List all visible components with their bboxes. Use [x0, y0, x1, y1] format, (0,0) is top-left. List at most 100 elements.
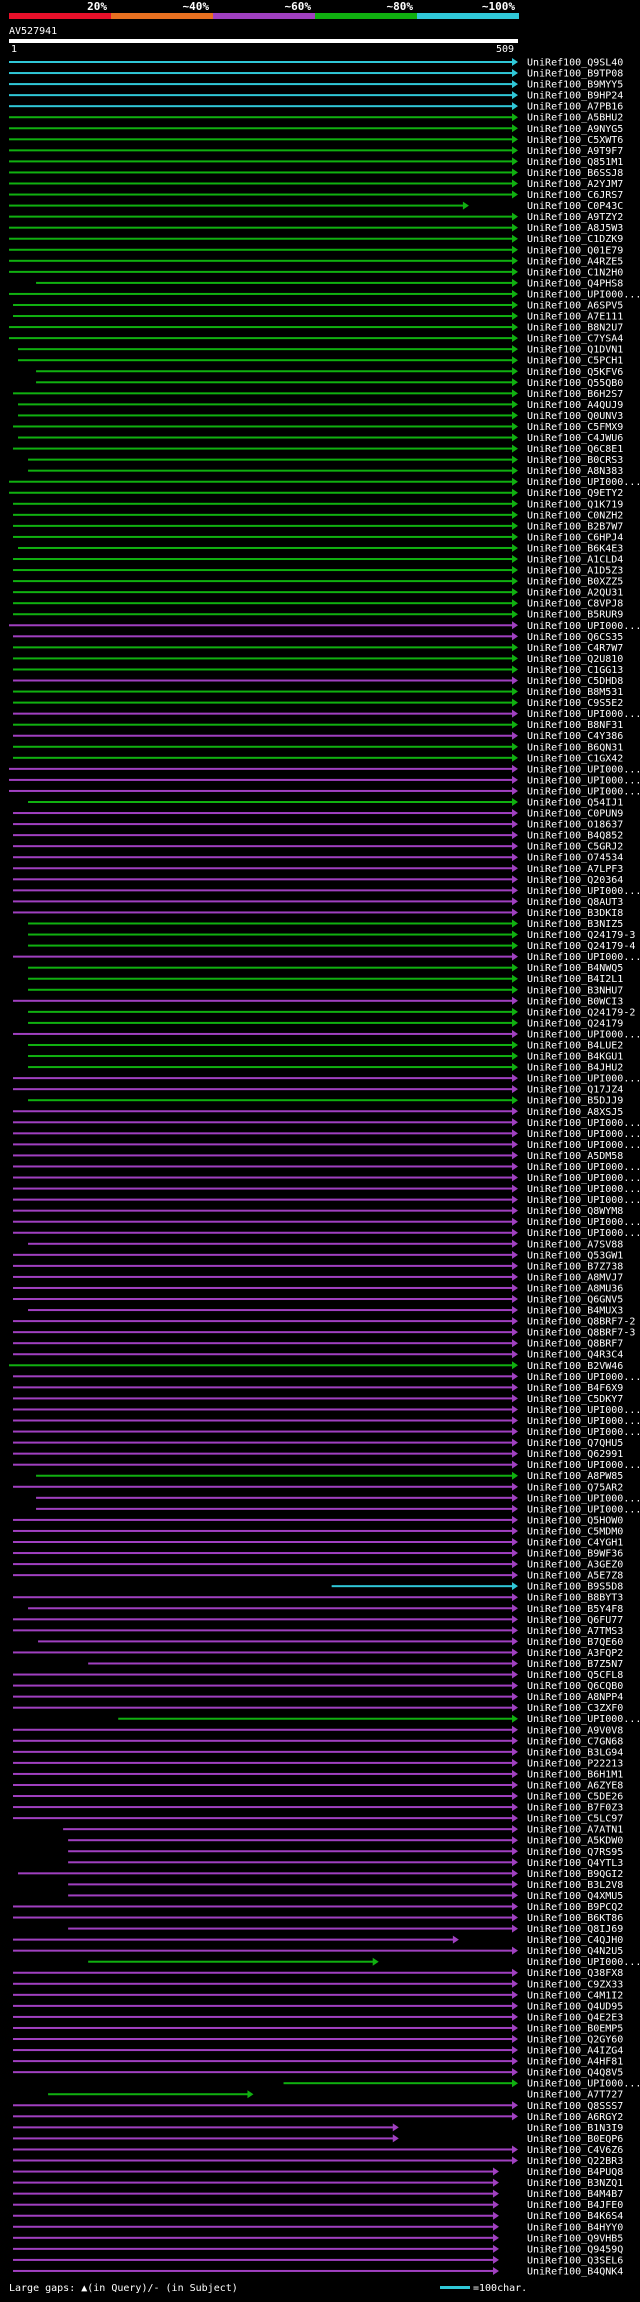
hit-label[interactable]: UniRef100_A5KDW0	[527, 1836, 623, 1847]
hit-label[interactable]: UniRef100_C4R7W7	[527, 643, 623, 654]
hit-label[interactable]: UniRef100_B2B7W7	[527, 521, 623, 532]
hit-label[interactable]: UniRef100_A7TMS3	[527, 1626, 623, 1637]
hit-label[interactable]: UniRef100_A5DM58	[527, 1151, 623, 1162]
hit-label[interactable]: UniRef100_A8PW85	[527, 1471, 623, 1482]
hit-label[interactable]: UniRef100_B4Q852	[527, 831, 623, 842]
hit-label[interactable]: UniRef100_C6JRS7	[527, 190, 623, 201]
hit-label[interactable]: UniRef100_Q6C8E1	[527, 444, 623, 455]
hit-label[interactable]: UniRef100_Q75AR2	[527, 1482, 623, 1493]
hit-label[interactable]: UniRef100_O74534	[527, 853, 623, 864]
hit-label[interactable]: UniRef100_B4F6X9	[527, 1383, 623, 1394]
hit-label[interactable]: UniRef100_B4KGU1	[527, 1052, 623, 1063]
hit-label[interactable]: UniRef100_UPI000...	[527, 764, 640, 775]
hit-label[interactable]: UniRef100_C3ZXF0	[527, 1703, 623, 1714]
hit-label[interactable]: UniRef100_UPI000...	[527, 775, 640, 786]
hit-label[interactable]: UniRef100_UPI000...	[527, 952, 640, 963]
hit-label[interactable]: UniRef100_Q6FU77	[527, 1615, 623, 1626]
hit-label[interactable]: UniRef100_A7ATN1	[527, 1825, 623, 1836]
hit-label[interactable]: UniRef100_A4HF81	[527, 2057, 623, 2068]
hit-label[interactable]: UniRef100_B9S5D8	[527, 1582, 623, 1593]
hit-label[interactable]: UniRef100_C1GG13	[527, 665, 623, 676]
hit-label[interactable]: UniRef100_B4I2L1	[527, 974, 623, 985]
hit-label[interactable]: UniRef100_C8VPJ8	[527, 599, 623, 610]
hit-label[interactable]: UniRef100_C4V6Z6	[527, 2145, 623, 2156]
hit-label[interactable]: UniRef100_A9TZY2	[527, 212, 623, 223]
hit-label[interactable]: UniRef100_Q0UNV3	[527, 411, 623, 422]
hit-label[interactable]: UniRef100_B4NWQ5	[527, 963, 623, 974]
hit-label[interactable]: UniRef100_UPI000...	[527, 621, 640, 632]
hit-label[interactable]: UniRef100_Q22BR3	[527, 2156, 623, 2167]
hit-label[interactable]: UniRef100_C5XWT6	[527, 135, 623, 146]
hit-label[interactable]: UniRef100_B4M4B7	[527, 2189, 623, 2200]
hit-label[interactable]: UniRef100_B8BYT3	[527, 1593, 623, 1604]
hit-label[interactable]: UniRef100_B6H1M1	[527, 1769, 623, 1780]
hit-label[interactable]: UniRef100_B9PCQ2	[527, 1902, 623, 1913]
hit-label[interactable]: UniRef100_Q4XMU5	[527, 1891, 623, 1902]
hit-label[interactable]: UniRef100_B9WF36	[527, 1549, 623, 1560]
hit-label[interactable]: UniRef100_Q24179-4	[527, 941, 635, 952]
hit-label[interactable]: UniRef100_B4K6S4	[527, 2211, 623, 2222]
hit-label[interactable]: UniRef100_C4YGH1	[527, 1538, 623, 1549]
hit-label[interactable]: UniRef100_B8N2U7	[527, 323, 623, 334]
hit-label[interactable]: UniRef100_B3NIZ5	[527, 919, 623, 930]
hit-label[interactable]: UniRef100_A7PB16	[527, 102, 623, 113]
hit-label[interactable]: UniRef100_C1DZK9	[527, 234, 623, 245]
hit-label[interactable]: UniRef100_C0P43C	[527, 201, 623, 212]
hit-label[interactable]: UniRef100_A7LPF3	[527, 864, 623, 875]
hit-label[interactable]: UniRef100_B7Z738	[527, 1261, 623, 1272]
hit-label[interactable]: UniRef100_C5MDM0	[527, 1526, 623, 1537]
hit-label[interactable]: UniRef100_A4IZG4	[527, 2046, 623, 2057]
hit-label[interactable]: UniRef100_C4JWU6	[527, 433, 623, 444]
hit-label[interactable]: UniRef100_B4JFE0	[527, 2200, 623, 2211]
hit-label[interactable]: UniRef100_A9T9F7	[527, 146, 623, 157]
hit-label[interactable]: UniRef100_Q2U810	[527, 654, 623, 665]
hit-label[interactable]: UniRef100_C1GX42	[527, 753, 623, 764]
hit-label[interactable]: UniRef100_B3L2V8	[527, 1880, 623, 1891]
hit-label[interactable]: UniRef100_UPI000...	[527, 1416, 640, 1427]
hit-label[interactable]: UniRef100_A9V0V8	[527, 1725, 623, 1736]
hit-label[interactable]: UniRef100_UPI000...	[527, 1217, 640, 1228]
hit-label[interactable]: UniRef100_C4Y386	[527, 731, 623, 742]
hit-label[interactable]: UniRef100_A8MU36	[527, 1283, 623, 1294]
hit-label[interactable]: UniRef100_B7F0Z3	[527, 1803, 623, 1814]
hit-label[interactable]: UniRef100_Q1DVN1	[527, 345, 623, 356]
hit-label[interactable]: UniRef100_Q24179-3	[527, 930, 635, 941]
hit-label[interactable]: UniRef100_B4PUQ8	[527, 2167, 623, 2178]
hit-label[interactable]: UniRef100_Q8WYM8	[527, 1206, 623, 1217]
hit-label[interactable]: UniRef100_B7Z5N7	[527, 1659, 623, 1670]
hit-label[interactable]: UniRef100_Q20364	[527, 875, 623, 886]
hit-label[interactable]: UniRef100_A4RZE5	[527, 256, 623, 267]
hit-label[interactable]: UniRef100_UPI000...	[527, 1372, 640, 1383]
hit-label[interactable]: UniRef100_C4M1I2	[527, 1990, 623, 2001]
hit-label[interactable]: UniRef100_UPI000...	[527, 1162, 640, 1173]
hit-label[interactable]: UniRef100_Q54IJ1	[527, 798, 623, 809]
hit-label[interactable]: UniRef100_UPI000...	[527, 786, 640, 797]
hit-label[interactable]: UniRef100_Q1K719	[527, 499, 623, 510]
hit-label[interactable]: UniRef100_B8NF31	[527, 720, 623, 731]
hit-label[interactable]: UniRef100_A8XSJ5	[527, 1107, 623, 1118]
hit-label[interactable]: UniRef100_A6RGY2	[527, 2112, 623, 2123]
hit-label[interactable]: UniRef100_Q8BRF7-2	[527, 1317, 635, 1328]
hit-label[interactable]: UniRef100_C4QJH0	[527, 1935, 623, 1946]
hit-label[interactable]: UniRef100_UPI000...	[527, 1957, 640, 1968]
hit-label[interactable]: UniRef100_A7SV88	[527, 1239, 623, 1250]
hit-label[interactable]: UniRef100_Q8IJ69	[527, 1924, 623, 1935]
hit-label[interactable]: UniRef100_A8N383	[527, 466, 623, 477]
hit-label[interactable]: UniRef100_A1D5Z3	[527, 566, 623, 577]
hit-label[interactable]: UniRef100_UPI000...	[527, 709, 640, 720]
hit-label[interactable]: UniRef100_A4QUJ9	[527, 400, 623, 411]
hit-label[interactable]: UniRef100_Q9SL40	[527, 58, 623, 69]
hit-label[interactable]: UniRef100_UPI000...	[527, 1184, 640, 1195]
hit-label[interactable]: UniRef100_UPI000...	[527, 1504, 640, 1515]
hit-label[interactable]: UniRef100_A8J5W3	[527, 223, 623, 234]
hit-label[interactable]: UniRef100_Q8AUT3	[527, 897, 623, 908]
hit-label[interactable]: UniRef100_Q4UD95	[527, 2001, 623, 2012]
hit-label[interactable]: UniRef100_B0CRS3	[527, 455, 623, 466]
hit-label[interactable]: UniRef100_C5DKY7	[527, 1394, 623, 1405]
hit-label[interactable]: UniRef100_B5Y4F8	[527, 1604, 623, 1615]
hit-label[interactable]: UniRef100_C7YSA4	[527, 334, 623, 345]
hit-label[interactable]: UniRef100_Q7RS95	[527, 1847, 623, 1858]
hit-label[interactable]: UniRef100_B6H2S7	[527, 389, 623, 400]
hit-label[interactable]: UniRef100_Q4N2U5	[527, 1946, 623, 1957]
hit-label[interactable]: UniRef100_B6KT86	[527, 1913, 623, 1924]
